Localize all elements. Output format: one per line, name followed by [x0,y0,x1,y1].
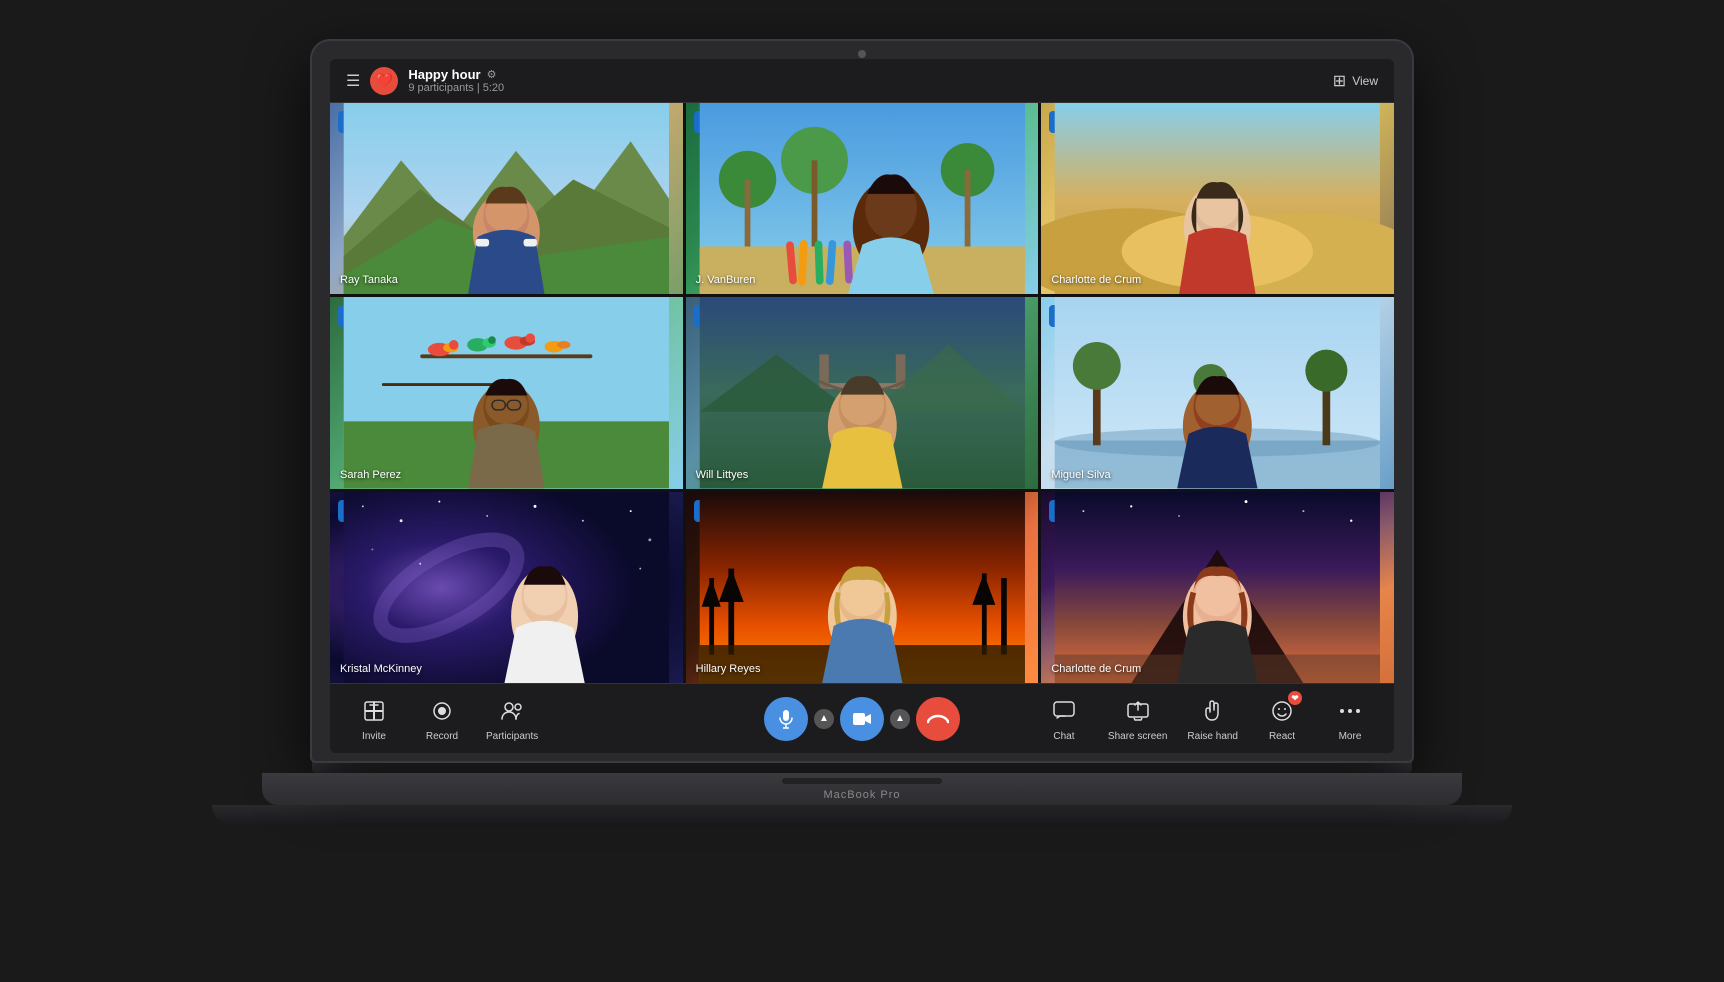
video-cell-8: b [1041,492,1394,683]
participant-label-0: Ray Tanaka [340,274,398,286]
invite-button[interactable]: Invite [350,695,398,742]
grid-view-icon: ⊞ [1333,71,1346,91]
bg-svg-6 [330,492,683,683]
participant-label-5: Miguel Silva [1051,469,1110,481]
more-icon [1334,695,1366,727]
react-label: React [1269,731,1295,742]
screen-bezel: ☰ ❤️ Happy hour ⚙ 9 participants | 5:20 … [312,41,1412,761]
record-button[interactable]: Record [418,695,466,742]
camera-dot [858,50,866,58]
bg-svg-5 [1041,297,1394,488]
bg-svg-7 [686,492,1039,683]
more-label: More [1339,731,1362,742]
meeting-toolbar: Invite Record [330,683,1394,753]
participants-label: Participants [486,731,538,742]
bg-svg-1 [686,103,1039,294]
react-heart-badge: ❤ [1288,691,1302,705]
video-cell-2: b [1041,103,1394,294]
raise-hand-icon [1197,695,1229,727]
video-cell-1: b [686,103,1039,294]
participant-label-6: Kristal McKinney [340,663,422,675]
share-screen-button[interactable]: Share screen [1108,695,1167,742]
record-label: Record [426,731,458,742]
participants-button[interactable]: Participants [486,695,538,742]
video-cell-5: b [1041,297,1394,488]
participants-icon [496,695,528,727]
laptop-container: ☰ ❤️ Happy hour ⚙ 9 participants | 5:20 … [262,41,1462,941]
header-left: ☰ ❤️ Happy hour ⚙ 9 participants | 5:20 [346,67,504,95]
participant-label-3: Sarah Perez [340,469,401,481]
video-cell-0: b [330,103,683,294]
video-cell-3: b [330,297,683,488]
meeting-info: Happy hour ⚙ 9 participants | 5:20 [408,67,504,94]
toolbar-center: ▲ ▲ [764,697,960,741]
video-grid: b [330,103,1394,683]
react-icon: ❤ [1266,695,1298,727]
mic-chevron[interactable]: ▲ [814,709,834,729]
participant-label-4: Will Littyes [696,469,749,481]
video-chevron[interactable]: ▲ [890,709,910,729]
end-call-button[interactable] [916,697,960,741]
raise-hand-label: Raise hand [1187,731,1238,742]
share-screen-icon [1122,695,1154,727]
screen: ☰ ❤️ Happy hour ⚙ 9 participants | 5:20 … [330,59,1394,753]
participant-label-8: Charlotte de Crum [1051,663,1141,675]
more-button[interactable]: More [1326,695,1374,742]
chat-button[interactable]: Chat [1040,695,1088,742]
bg-svg-3 [330,297,683,488]
trackpad-notch [782,778,942,784]
settings-icon[interactable]: ⚙ [487,68,497,81]
bg-svg-4 [686,297,1039,488]
react-button[interactable]: ❤ React [1258,695,1306,742]
video-cell-6: b [330,492,683,683]
meeting-participants: 9 participants | 5:20 [408,82,504,94]
view-label: View [1352,74,1378,88]
laptop-base: MacBook Pro [262,773,1462,805]
record-icon [426,695,458,727]
video-button[interactable] [840,697,884,741]
meeting-icon: ❤️ [370,67,398,95]
laptop-base-bottom [212,805,1512,825]
invite-icon [358,695,390,727]
share-screen-label: Share screen [1108,731,1167,742]
bg-svg-8 [1041,492,1394,683]
chat-icon [1048,695,1080,727]
participant-label-1: J. VanBuren [696,274,756,286]
header-right[interactable]: ⊞ View [1333,71,1378,91]
chat-label: Chat [1053,731,1074,742]
participant-label-7: Hillary Reyes [696,663,761,675]
laptop-brand-label: MacBook Pro [823,789,900,801]
meeting-header: ☰ ❤️ Happy hour ⚙ 9 participants | 5:20 … [330,59,1394,103]
video-cell-7: b [686,492,1039,683]
mic-button[interactable] [764,697,808,741]
meeting-title-row: Happy hour ⚙ [408,67,504,82]
video-cell-4: b [686,297,1039,488]
meeting-title: Happy hour [408,67,480,82]
bg-svg-2 [1041,103,1394,294]
raise-hand-button[interactable]: Raise hand [1187,695,1238,742]
hamburger-icon[interactable]: ☰ [346,71,360,91]
bg-svg-0 [330,103,683,294]
participant-label-2: Charlotte de Crum [1051,274,1141,286]
invite-label: Invite [362,731,386,742]
laptop-hinge [312,761,1412,773]
